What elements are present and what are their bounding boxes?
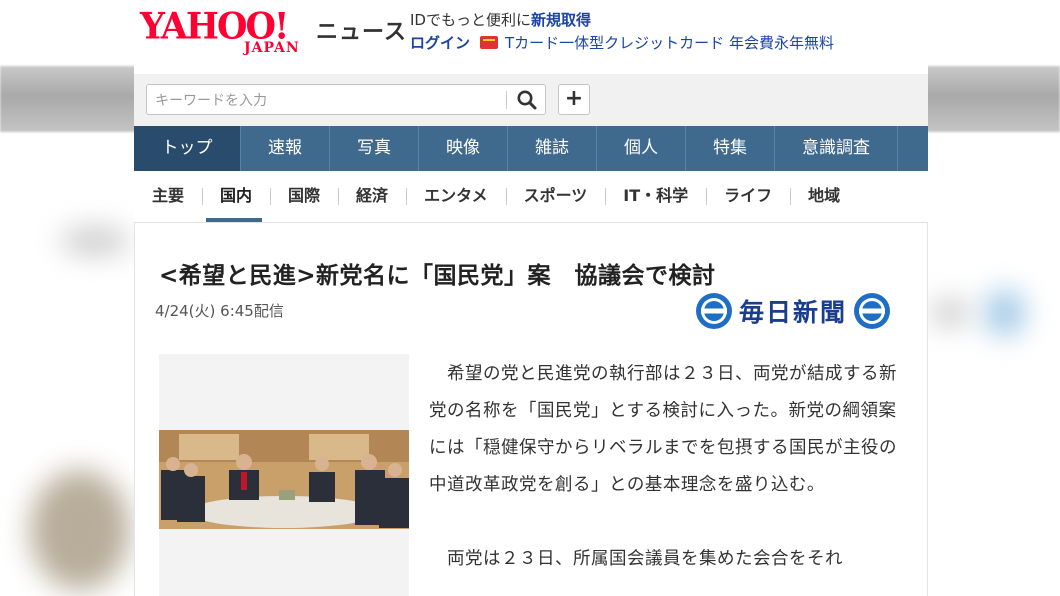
background-blur-left-photo bbox=[30, 470, 130, 590]
search-input[interactable] bbox=[153, 89, 507, 113]
tab-economy[interactable]: 経済 bbox=[338, 171, 406, 223]
article-date: 4/24(火) 6:45配信 bbox=[155, 302, 284, 320]
nav-survey[interactable]: 意識調査 bbox=[775, 126, 898, 171]
logo-news-text[interactable]: ニュース bbox=[316, 14, 407, 46]
tab-domestic[interactable]: 国内 bbox=[202, 171, 270, 223]
article-photo-frame bbox=[159, 354, 409, 596]
article-headline: <希望と民進>新党名に「国民党」案 協議会で検討 bbox=[159, 263, 716, 290]
id-promo-text: IDでもっと便利に bbox=[410, 11, 531, 29]
nav-video[interactable]: 映像 bbox=[419, 126, 508, 171]
nav-top[interactable]: トップ bbox=[134, 126, 241, 171]
meeting-photo-illustration bbox=[159, 430, 409, 529]
mainichi-emblem-icon bbox=[696, 293, 732, 329]
nav-features[interactable]: 特集 bbox=[686, 126, 775, 171]
background-blur-left bbox=[60, 228, 130, 254]
nav-individual[interactable]: 個人 bbox=[597, 126, 686, 171]
site-header: YAHOO! JAPAN ニュース IDでもっと便利に新規取得 ログイン Tカー… bbox=[134, 0, 928, 74]
tab-sports[interactable]: スポーツ bbox=[505, 171, 606, 223]
article-photo[interactable] bbox=[159, 430, 409, 529]
id-promo: IDでもっと便利に新規取得 bbox=[410, 9, 591, 30]
article-paragraph: 両党は２３日、所属国会議員を集めた会合をそれ bbox=[429, 549, 843, 569]
tab-local[interactable]: 地域 bbox=[790, 171, 858, 223]
page: YAHOO! JAPAN ニュース IDでもっと便利に新規取得 ログイン Tカー… bbox=[134, 0, 928, 596]
background-blur-right-text bbox=[930, 300, 970, 326]
tab-it-science[interactable]: IT・科学 bbox=[605, 171, 706, 223]
tab-life[interactable]: ライフ bbox=[706, 171, 790, 223]
search-divider bbox=[506, 91, 507, 109]
nav-magazines[interactable]: 雑誌 bbox=[508, 126, 597, 171]
article-body: 希望の党と民進党の執行部は２３日、両党が結成する新党の名称を「国民党」とする検討… bbox=[429, 356, 899, 578]
tab-entertainment[interactable]: エンタメ bbox=[406, 171, 506, 223]
tcard-icon bbox=[480, 36, 499, 49]
nav-breaking[interactable]: 速報 bbox=[241, 126, 330, 171]
mainichi-emblem-icon bbox=[854, 293, 891, 329]
magnifier-icon bbox=[517, 90, 537, 110]
category-nav: 主要 国内 国際 経済 エンタメ スポーツ IT・科学 ライフ 地域 bbox=[134, 171, 928, 223]
tcard-ad-link[interactable]: Tカード一体型クレジットカード 年会費永年無料 bbox=[505, 32, 834, 53]
source-name: 毎日新聞 bbox=[739, 298, 848, 327]
background-blur-right-emblem bbox=[985, 290, 1025, 336]
search-button[interactable] bbox=[515, 88, 539, 112]
source-logo[interactable]: 毎日新聞 bbox=[695, 291, 909, 331]
logo-japan-text: JAPAN bbox=[244, 40, 300, 56]
yahoo-japan-logo[interactable]: YAHOO! JAPAN bbox=[140, 7, 312, 58]
login-link[interactable]: ログイン bbox=[410, 32, 470, 53]
tab-international[interactable]: 国際 bbox=[270, 171, 338, 223]
login-row: ログイン Tカード一体型クレジットカード 年会費永年無料 bbox=[410, 32, 834, 53]
nav-more[interactable] bbox=[898, 126, 928, 171]
article-paragraph: 希望の党と民進党の執行部は２３日、両党が結成する新党の名称を「国民党」とする検討… bbox=[429, 364, 897, 495]
tab-main[interactable]: 主要 bbox=[134, 171, 202, 223]
add-button[interactable]: + bbox=[558, 84, 590, 115]
main-nav: トップ 速報 写真 映像 雑誌 個人 特集 意識調査 bbox=[134, 126, 928, 171]
nav-photos[interactable]: 写真 bbox=[330, 126, 419, 171]
search-box bbox=[146, 84, 546, 115]
search-bar: + bbox=[134, 74, 928, 126]
article: <希望と民進>新党名に「国民党」案 協議会で検討 4/24(火) 6:45配信 … bbox=[134, 223, 928, 596]
register-link[interactable]: 新規取得 bbox=[531, 11, 591, 29]
